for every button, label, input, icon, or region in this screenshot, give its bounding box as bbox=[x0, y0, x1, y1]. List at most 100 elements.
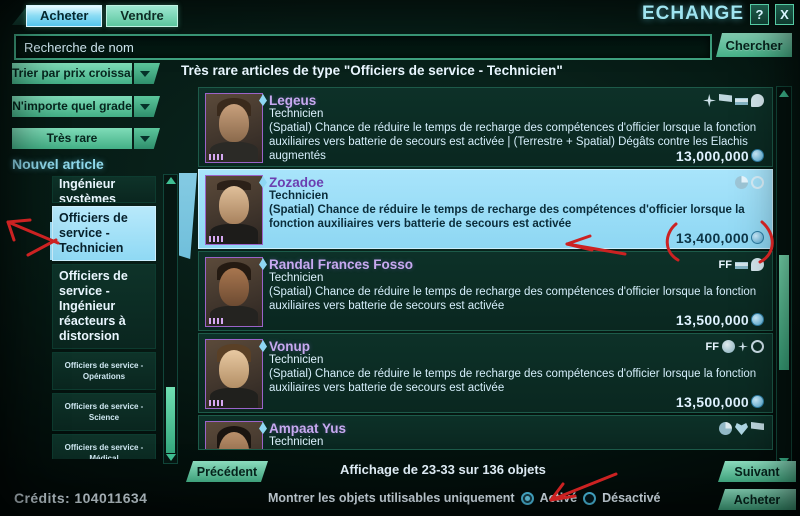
chevron-down-icon[interactable] bbox=[134, 63, 160, 84]
heart-icon bbox=[735, 423, 748, 435]
result-count-label: Affichage de 23-33 sur 136 objets bbox=[340, 462, 546, 477]
avatar bbox=[205, 257, 263, 327]
item-price: 13,400,000 bbox=[676, 230, 764, 246]
chevron-down-icon[interactable] bbox=[134, 128, 160, 149]
category-list[interactable]: Ingénieur systèmes Officiers de service … bbox=[52, 176, 160, 459]
item-price-value: 13,400,000 bbox=[675, 230, 749, 246]
avatar bbox=[205, 93, 263, 163]
credit-coin-icon bbox=[751, 395, 764, 408]
scroll-up-icon[interactable] bbox=[165, 176, 176, 185]
radio-active[interactable] bbox=[520, 491, 534, 505]
item-details: Randal Frances Fosso Technicien (Spatial… bbox=[259, 257, 766, 330]
new-item-label: Nouvel article bbox=[12, 156, 104, 172]
trait-icons: FF bbox=[719, 258, 764, 271]
results-title: Très rare articles de type "Officiers de… bbox=[181, 63, 563, 78]
item-name: Vonup bbox=[269, 339, 310, 354]
stack-icon bbox=[735, 258, 748, 271]
table-row[interactable]: Legeus Technicien (Spatial) Chance de ré… bbox=[198, 87, 773, 167]
trait-icons bbox=[735, 176, 764, 189]
item-name: Randal Frances Fosso bbox=[269, 257, 414, 272]
previous-button[interactable]: Précédent bbox=[186, 461, 268, 482]
table-row[interactable]: Zozadoe Technicien (Spatial) Chance de r… bbox=[198, 169, 773, 249]
ring-icon bbox=[751, 340, 764, 353]
panel-wedge-decoration bbox=[179, 173, 197, 259]
category-item-ingenieur-systemes[interactable]: Ingénieur systèmes bbox=[52, 176, 156, 203]
usable-only-toggle: Montrer les objets utilisables uniquemen… bbox=[268, 491, 660, 505]
tab-vendre[interactable]: Vendre bbox=[106, 5, 178, 27]
credit-coin-icon bbox=[751, 231, 764, 244]
item-details: Ampaat Yus Technicien bbox=[259, 421, 766, 449]
item-price: 13,500,000 bbox=[676, 312, 764, 328]
search-button[interactable]: Chercher bbox=[716, 33, 792, 57]
table-row[interactable]: Vonup Technicien (Spatial) Chance de réd… bbox=[198, 333, 773, 413]
radio-inactive[interactable] bbox=[583, 491, 597, 505]
radio-inactive-label: Désactivé bbox=[602, 491, 661, 505]
trait-icons bbox=[703, 94, 764, 107]
search-field-wrapper[interactable] bbox=[14, 34, 712, 60]
category-label: Officiers de service - Médical bbox=[64, 443, 144, 459]
scroll-up-icon[interactable] bbox=[778, 88, 790, 98]
sort-dropdown-label: Trier par prix croissant bbox=[12, 63, 132, 84]
item-details: Legeus Technicien (Spatial) Chance de ré… bbox=[259, 93, 766, 166]
trait-icons: FF bbox=[706, 340, 764, 353]
flag-icon bbox=[719, 94, 732, 103]
item-description: (Spatial) Chance de réduire le temps de … bbox=[269, 204, 745, 230]
category-label: Officiers de service - Science bbox=[64, 402, 144, 422]
avatar bbox=[205, 339, 263, 409]
next-button[interactable]: Suivant bbox=[718, 461, 796, 482]
radio-active-label: Activé bbox=[539, 491, 578, 505]
item-price-value: 13,000,000 bbox=[675, 148, 749, 164]
item-type: Technicien bbox=[269, 190, 329, 202]
bubble-icon bbox=[751, 94, 764, 107]
category-item-officiers-ingenieur-reacteurs[interactable]: Officiers de service - Ingénieur réacteu… bbox=[52, 264, 156, 349]
item-list[interactable]: Legeus Technicien (Spatial) Chance de ré… bbox=[198, 87, 773, 465]
category-scroll-thumb[interactable] bbox=[166, 387, 175, 453]
bubble-icon bbox=[751, 258, 764, 271]
trait-label-ff: FF bbox=[705, 340, 719, 353]
item-list-scrollbar[interactable] bbox=[776, 86, 792, 468]
chevron-down-icon[interactable] bbox=[134, 96, 160, 117]
item-type: Technicien bbox=[269, 108, 324, 120]
credit-coin-icon bbox=[751, 313, 764, 326]
sort-dropdown[interactable]: Trier par prix croissant bbox=[12, 63, 160, 84]
exchange-window: Acheter Vendre ECHANGE ? X Chercher Trie… bbox=[0, 0, 800, 516]
disc-icon bbox=[722, 340, 735, 353]
close-icon[interactable]: X bbox=[775, 3, 794, 25]
category-label: Officiers de service - Technicien bbox=[59, 211, 128, 255]
clock-icon bbox=[735, 176, 748, 189]
item-type: Technicien bbox=[269, 436, 324, 448]
flag-icon bbox=[751, 422, 764, 431]
item-type: Technicien bbox=[269, 272, 324, 284]
category-item-officiers-medical[interactable]: Officiers de service - Médical bbox=[52, 434, 156, 459]
item-price-value: 13,500,000 bbox=[675, 394, 749, 410]
item-description: (Spatial) Chance de réduire le temps de … bbox=[269, 286, 757, 312]
help-icon[interactable]: ? bbox=[750, 3, 769, 25]
category-item-officiers-science[interactable]: Officiers de service - Science bbox=[52, 393, 156, 431]
trait-icons bbox=[719, 422, 764, 435]
rarity-dropdown[interactable]: Très rare bbox=[12, 128, 160, 149]
table-row[interactable]: Randal Frances Fosso Technicien (Spatial… bbox=[198, 251, 773, 331]
stack-icon bbox=[735, 94, 748, 107]
spark-icon bbox=[703, 94, 716, 107]
tab-acheter[interactable]: Acheter bbox=[26, 5, 103, 27]
tab-bar: Acheter Vendre bbox=[26, 5, 178, 27]
usable-only-label: Montrer les objets utilisables uniquemen… bbox=[268, 491, 515, 505]
window-title-bar: ECHANGE ? X bbox=[642, 3, 794, 25]
avatar bbox=[205, 421, 263, 449]
category-label: Officiers de service - Ingénieur réacteu… bbox=[59, 269, 128, 343]
item-name: Zozadoe bbox=[269, 175, 324, 190]
search-input[interactable] bbox=[16, 36, 710, 58]
category-item-officiers-technicien[interactable]: Officiers de service - Technicien bbox=[52, 206, 156, 261]
category-item-officiers-operations[interactable]: Officiers de service - Opérations bbox=[52, 352, 156, 390]
buy-button[interactable]: Acheter bbox=[718, 489, 796, 510]
item-list-scroll-thumb[interactable] bbox=[779, 255, 789, 370]
item-price: 13,000,000 bbox=[676, 148, 764, 164]
grade-dropdown-label: N'importe quel grade bbox=[12, 96, 132, 117]
grade-dropdown[interactable]: N'importe quel grade bbox=[12, 96, 160, 117]
category-label: Officiers de service - Opérations bbox=[64, 361, 144, 381]
table-row[interactable]: Ampaat Yus Technicien bbox=[198, 415, 773, 450]
scroll-down-icon[interactable] bbox=[165, 453, 176, 462]
page-title: ECHANGE bbox=[641, 3, 744, 24]
category-scrollbar[interactable] bbox=[163, 174, 178, 464]
rarity-dropdown-label: Très rare bbox=[12, 128, 132, 149]
